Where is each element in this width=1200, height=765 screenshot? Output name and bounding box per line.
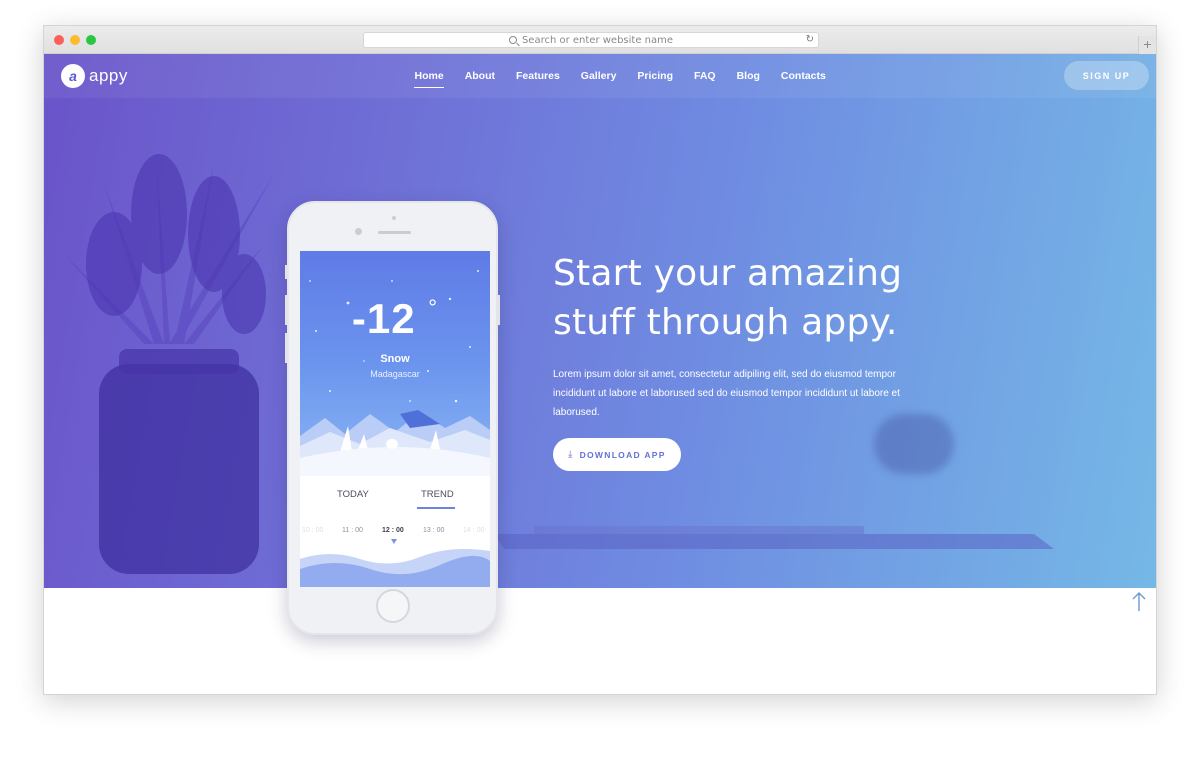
weather-app-screen: -12 ° Snow Madagascar TODAY TREND 10 : 0…	[300, 251, 490, 587]
phone-mute-switch	[285, 265, 288, 279]
time-slot[interactable]: 14 : 00	[463, 527, 484, 534]
minimize-window-button[interactable]	[70, 35, 80, 45]
tab-trend[interactable]: TREND	[421, 489, 454, 500]
degree-symbol: °	[428, 295, 439, 320]
lamp-background-image	[874, 414, 954, 474]
close-window-button[interactable]	[54, 35, 64, 45]
hero-headline-line-1: Start your amazing	[553, 253, 903, 294]
reload-icon[interactable]: ↻	[806, 34, 814, 45]
weather-sky: -12 ° Snow Madagascar	[300, 251, 490, 476]
phone-mockup: -12 ° Snow Madagascar TODAY TREND 10 : 0…	[285, 201, 500, 635]
phone-sensor	[392, 216, 396, 220]
new-tab-button[interactable]: +	[1138, 36, 1156, 54]
time-slot-selected[interactable]: 12 : 00	[382, 527, 404, 534]
phone-volume-up	[285, 295, 288, 325]
plant-background-image	[64, 154, 274, 574]
nav-pricing[interactable]: Pricing	[627, 70, 684, 82]
maximize-window-button[interactable]	[86, 35, 96, 45]
nav-home[interactable]: Home	[404, 70, 454, 88]
weather-tabs: TODAY TREND	[300, 483, 490, 513]
nav-gallery[interactable]: Gallery	[570, 70, 627, 82]
phone-camera	[355, 228, 362, 235]
site-logo[interactable]: a appy	[61, 64, 128, 88]
phone-volume-down	[285, 333, 288, 363]
search-icon	[508, 36, 517, 44]
address-bar-placeholder: Search or enter website name	[521, 34, 674, 46]
time-slot[interactable]: 13 : 00	[423, 527, 444, 534]
nav-blog[interactable]: Blog	[726, 70, 770, 82]
sign-up-button[interactable]: SIGN UP	[1064, 61, 1149, 90]
download-app-label: DOWNLOAD APP	[579, 449, 666, 460]
snow-landscape-illustration	[300, 410, 490, 476]
temperature-value: -12	[351, 295, 416, 342]
logo-mark: a	[61, 64, 85, 88]
time-slot[interactable]: 10 : 00	[302, 527, 323, 534]
phone-speaker	[378, 231, 411, 234]
nav-about[interactable]: About	[454, 70, 505, 82]
download-icon: ⤓	[568, 449, 574, 459]
weather-location: Madagascar	[370, 369, 420, 379]
laptop-background-image	[494, 526, 1054, 549]
phone-home-button	[376, 589, 410, 623]
address-bar[interactable]: Search or enter website name ↻	[363, 32, 819, 48]
logo-text: appy	[89, 66, 128, 85]
arrow-up-icon[interactable]	[1131, 591, 1147, 613]
download-app-button[interactable]: ⤓ DOWNLOAD APP	[553, 438, 681, 471]
hero-headline-line-2: stuff through appy.	[553, 302, 898, 343]
active-tab-indicator	[417, 507, 455, 509]
phone-power-button	[497, 295, 500, 325]
nav-faq[interactable]: FAQ	[684, 70, 727, 82]
browser-window: Search or enter website name ↻ + a appy …	[43, 25, 1157, 695]
browser-toolbar: Search or enter website name ↻ +	[44, 26, 1156, 54]
trend-wave-graphic	[300, 549, 490, 587]
tab-today[interactable]: TODAY	[337, 489, 369, 500]
time-slot[interactable]: 11 : 00	[342, 527, 363, 534]
temperature-readout: -12 °	[300, 295, 490, 343]
hero-section: a appy Home About Features Gallery Prici…	[44, 54, 1156, 588]
main-nav: Home About Features Gallery Pricing FAQ …	[404, 70, 836, 88]
hero-headline: Start your amazing stuff through appy.	[553, 249, 973, 347]
selected-time-marker	[391, 539, 397, 544]
hourly-timeline: 10 : 00 11 : 00 12 : 00 13 : 00 14 : 00	[300, 527, 490, 539]
nav-features[interactable]: Features	[506, 70, 571, 82]
weather-condition: Snow	[380, 353, 410, 365]
hero-description: Lorem ipsum dolor sit amet, consectetur …	[553, 369, 900, 418]
nav-contacts[interactable]: Contacts	[770, 70, 836, 82]
